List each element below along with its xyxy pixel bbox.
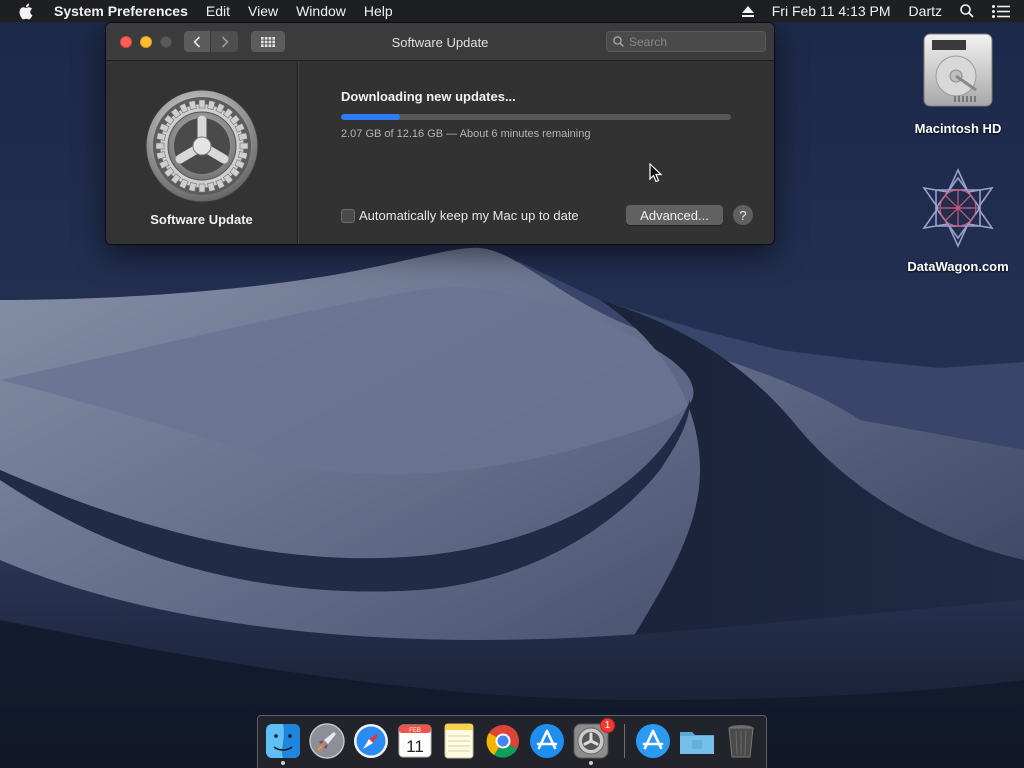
menu-app-name[interactable]: System Preferences [54,3,188,19]
menu-help[interactable]: Help [364,3,393,19]
calendar-icon: FEB 11 [398,724,432,758]
notification-badge: 1 [600,718,615,733]
app-store-icon [530,724,564,758]
download-progress-text: 2.07 GB of 12.16 GB — About 6 minutes re… [341,128,591,140]
running-indicator [589,761,593,765]
desktop-icon-label[interactable]: Macintosh HD [898,121,1018,136]
search-icon [613,36,624,47]
dock-separator [624,724,625,758]
menu-window[interactable]: Window [296,3,346,19]
finder-icon [266,724,300,758]
search-input[interactable] [629,34,759,49]
desktop-icon-label[interactable]: DataWagon.com [898,259,1018,274]
menubar-user[interactable]: Dartz [909,3,942,19]
dock-chrome[interactable] [484,722,522,760]
geometric-star-icon [922,168,994,248]
dock-downloads-folder[interactable] [678,722,716,760]
dock-calendar[interactable]: FEB 11 [396,722,434,760]
update-details: Downloading new updates... 2.07 GB of 12… [298,62,774,244]
window-content: Software Update Downloading new updates.… [106,62,774,244]
dock-launchpad[interactable] [308,722,346,760]
software-update-gear-icon [144,88,260,204]
apple-menu-icon[interactable] [18,2,36,20]
dock-safari[interactable] [352,722,390,760]
running-indicator [281,761,285,765]
folder-icon [680,732,714,754]
app-store-icon [636,724,670,758]
calendar-day: 11 [406,737,424,756]
help-button[interactable]: ? [733,205,753,225]
menu-edit[interactable]: Edit [206,3,230,19]
desktop-icon-macintosh-hd[interactable]: Macintosh HD [898,30,1018,136]
menu-view[interactable]: View [248,3,278,19]
download-progress-bar [341,114,731,120]
launchpad-rocket-icon [309,723,345,759]
dock-notes[interactable] [440,722,478,760]
mouse-cursor-icon [649,162,663,188]
search-field[interactable] [606,31,766,52]
calendar-month: FEB [409,728,421,734]
menu-bar: System Preferences Edit View Window Help… [0,0,1024,22]
software-update-window: Software Update Search Software Update D… [106,23,774,244]
dock-system-preferences[interactable]: 1 [572,718,615,765]
auto-update-option[interactable]: Automatically keep my Mac up to date [341,208,579,223]
dock-trash[interactable] [722,722,760,760]
download-progress-fill [341,114,400,120]
auto-update-checkbox[interactable] [341,208,355,223]
trash-icon [728,725,754,758]
notification-center-icon[interactable] [992,4,1010,18]
spotlight-search-icon[interactable] [960,4,974,18]
eject-icon[interactable] [741,5,754,17]
auto-update-label[interactable]: Automatically keep my Mac up to date [359,208,579,223]
notes-icon [444,723,474,759]
dock-app-store-download[interactable] [634,722,672,760]
menubar-clock[interactable]: Fri Feb 11 4:13 PM [772,3,891,19]
chrome-icon [486,724,519,758]
pane-sidebar: Software Update [106,62,298,244]
dock-app-store[interactable] [528,722,566,760]
advanced-button[interactable]: Advanced... [626,205,723,225]
desktop-icon-datawagon[interactable]: DataWagon.com [898,168,1018,274]
hard-drive-icon [923,33,993,107]
safari-compass-icon [354,724,388,758]
pane-label: Software Update [150,212,253,227]
download-status-title: Downloading new updates... [341,89,516,104]
window-titlebar[interactable]: Software Update [106,23,774,61]
dock: FEB 11 1 [257,715,767,768]
dock-finder[interactable] [264,722,302,765]
